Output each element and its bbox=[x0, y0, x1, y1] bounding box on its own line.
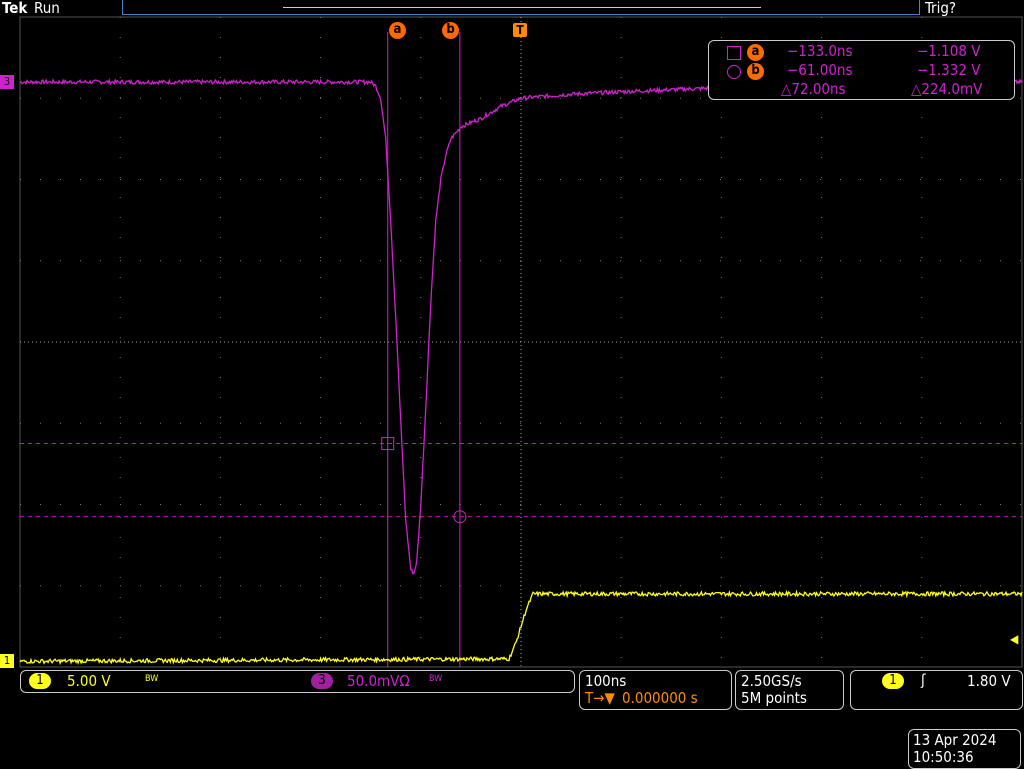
ch3-ground-marker[interactable]: 3 bbox=[0, 75, 14, 89]
sample-rate: 2.50GS/s bbox=[741, 672, 802, 690]
cursor-a-volt: −1.108 V bbox=[917, 42, 981, 60]
cursor-a-square-icon bbox=[727, 46, 741, 60]
horizontal-scale: 100ns bbox=[585, 672, 627, 690]
channel-readout-bar[interactable]: 1 5.00 V BW 3 50.0mVΩ BW bbox=[20, 670, 575, 693]
cursor-b-volt: −1.332 V bbox=[917, 61, 981, 79]
cursor-delta-volt: △224.0mV bbox=[911, 80, 983, 98]
ch3-bandwidth-limit-icon: BW bbox=[429, 674, 443, 684]
delay-icon: T→▼ bbox=[585, 689, 615, 707]
cursor-b-marker[interactable]: b bbox=[442, 22, 459, 39]
cursor-a-marker[interactable]: a bbox=[389, 22, 406, 39]
ch3-badge[interactable]: 3 bbox=[311, 673, 333, 689]
ch1-scale[interactable]: 5.00 V bbox=[67, 672, 111, 690]
ch1-badge[interactable]: 1 bbox=[29, 673, 51, 689]
trigger-level: 1.80 V bbox=[967, 672, 1011, 690]
cursor-readout-panel: a −133.0ns −1.108 V b −61.00ns −1.332 V … bbox=[708, 40, 1015, 100]
cursor-b-label: b bbox=[747, 63, 764, 80]
waveform-display[interactable] bbox=[0, 0, 1024, 668]
ch1-bandwidth-limit-icon: BW bbox=[145, 674, 159, 684]
trigger-readout[interactable]: 1 ʃ 1.80 V bbox=[850, 670, 1023, 710]
rising-edge-icon: ʃ bbox=[921, 671, 926, 689]
cursor-b-time: −61.00ns bbox=[787, 61, 853, 79]
ch1-ground-marker[interactable]: 1 bbox=[0, 654, 14, 668]
trace-ch1 bbox=[19, 589, 1023, 666]
trigger-source-badge: 1 bbox=[882, 673, 904, 689]
cursor-b-circle-icon bbox=[727, 65, 741, 79]
datetime-readout: 13 Apr 2024 10:50:36 bbox=[908, 729, 1021, 769]
cursor-delta-time: △72.00ns bbox=[781, 80, 846, 98]
record-length: 5M points bbox=[741, 689, 807, 707]
trigger-level-arrow-icon[interactable]: ◀ bbox=[1010, 632, 1018, 646]
horizontal-readout[interactable]: 100ns T→▼ 0.000000 s bbox=[579, 670, 732, 710]
time: 10:50:36 bbox=[913, 748, 974, 766]
horizontal-delay: 0.000000 s bbox=[622, 689, 698, 707]
acquisition-readout[interactable]: 2.50GS/s 5M points bbox=[735, 670, 844, 710]
cursor-a-label: a bbox=[747, 44, 764, 61]
date: 13 Apr 2024 bbox=[913, 731, 997, 749]
trigger-position-marker[interactable]: T bbox=[513, 23, 527, 37]
ch3-scale[interactable]: 50.0mVΩ bbox=[347, 672, 410, 690]
cursor-a-time: −133.0ns bbox=[787, 42, 853, 60]
trace-ch3 bbox=[19, 77, 1023, 575]
